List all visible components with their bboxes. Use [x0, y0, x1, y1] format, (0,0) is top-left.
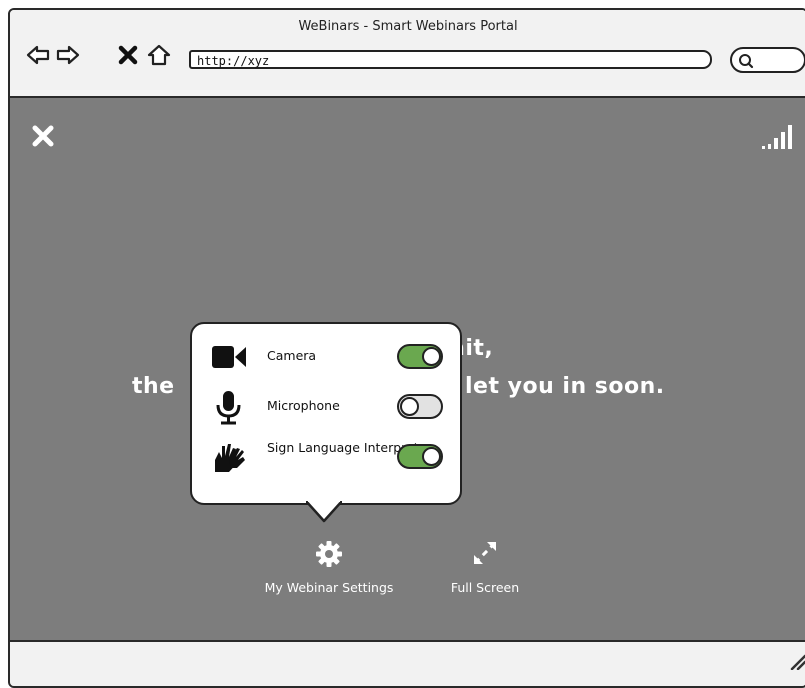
resize-grip-icon[interactable]	[790, 654, 805, 670]
microphone-toggle[interactable]	[397, 394, 443, 419]
home-icon[interactable]	[147, 43, 171, 67]
stop-icon[interactable]	[116, 43, 140, 67]
browser-toolbar: WeBinars - Smart Webinars Portal http://…	[10, 10, 805, 98]
sign-language-icon	[215, 444, 245, 472]
search-icon	[739, 54, 754, 69]
browser-status-bar	[10, 640, 805, 686]
webinar-waiting-room: ait, the let you in soon. Camera Microph…	[10, 98, 805, 686]
camera-setting-row: Camera	[192, 336, 460, 376]
settings-label: My Webinar Settings	[264, 580, 394, 595]
camera-label: Camera	[267, 348, 317, 363]
signal-strength-icon	[762, 125, 792, 149]
waiting-message-line2-start: the	[132, 374, 175, 399]
back-arrow-icon[interactable]	[26, 43, 50, 67]
camera-toggle[interactable]	[397, 344, 443, 369]
full-screen-label: Full Screen	[450, 580, 520, 595]
full-screen-button[interactable]: Full Screen	[440, 538, 530, 595]
settings-popover: Camera Microphone Sign Language Interpre…	[190, 322, 462, 505]
close-icon[interactable]	[32, 125, 54, 147]
popover-pointer	[306, 501, 342, 523]
waiting-message-line2-end: let you in soon.	[465, 374, 665, 399]
browser-window: WeBinars - Smart Webinars Portal http://…	[8, 8, 805, 688]
sign-language-toggle[interactable]	[397, 444, 443, 469]
window-title: WeBinars - Smart Webinars Portal	[298, 19, 518, 34]
forward-arrow-icon[interactable]	[56, 43, 80, 67]
my-webinar-settings-button[interactable]: My Webinar Settings	[254, 540, 404, 595]
microphone-label: Microphone	[267, 398, 340, 413]
expand-icon	[473, 541, 497, 565]
microphone-icon	[216, 391, 241, 425]
microphone-setting-row: Microphone	[192, 386, 460, 426]
address-bar[interactable]: http://xyz	[189, 50, 712, 69]
search-field[interactable]	[730, 47, 805, 73]
gear-icon	[316, 541, 342, 567]
video-camera-icon	[212, 346, 246, 368]
sign-language-setting-row: Sign Language Interpreter	[192, 436, 460, 476]
